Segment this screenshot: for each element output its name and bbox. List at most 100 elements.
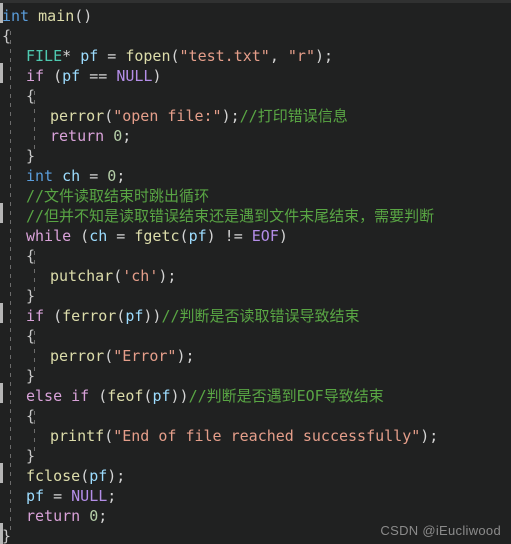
code-line[interactable]: fclose(pf); [0,466,511,486]
code-line[interactable]: else if (feof(pf))//判断是否遇到EOF导致结束 [0,386,511,406]
code-token-str: "open file:" [113,107,222,125]
code-token-punct: ( [44,67,63,85]
code-token-punct [29,7,38,25]
code-line[interactable]: //文件读取结束时跳出循环 [0,186,511,206]
code-token-brace: } [26,447,36,465]
code-line[interactable]: } [0,286,511,306]
code-token-str: "test.txt" [179,47,270,65]
code-line[interactable]: putchar('ch'); [0,266,511,286]
code-token-var: pf [188,227,207,245]
code-line[interactable]: int main() [0,6,511,26]
code-token-var: ch [89,227,108,245]
code-token-punct [80,507,89,525]
code-token-var: pf [26,487,45,505]
code-token-fn: perror [50,107,105,125]
code-token-type: int [2,7,30,25]
code-line[interactable]: FILE* pf = fopen("test.txt", "r"); [0,46,511,66]
code-token-punct: )) [170,387,189,405]
code-line[interactable]: if (pf == NULL) [0,66,511,86]
code-token-str: "r" [287,47,315,65]
code-token-str: "End of file reached successfully" [113,427,421,445]
code-line[interactable]: { [0,246,511,266]
code-line[interactable]: int ch = 0; [0,166,511,186]
code-token-punct: ); [221,107,240,125]
code-token-var: pf [89,467,108,485]
code-token-fn: fclose [26,467,81,485]
code-token-fn: perror [50,347,105,365]
code-line[interactable]: printf("End of file reached successfully… [0,426,511,446]
code-token-num: 0 [89,507,99,525]
code-token-typeid: FILE [26,47,63,65]
code-token-brace: { [26,407,36,425]
code-token-punct: () [74,7,93,25]
code-token-cmt: //判断是否读取错误导致结束 [161,307,360,325]
code-token-punct: == [80,67,117,85]
code-line[interactable]: while (ch = fgetc(pf) != EOF) [0,226,511,246]
code-token-punct: ( [80,467,90,485]
code-editor[interactable]: int main(){FILE* pf = fopen("test.txt", … [0,0,511,544]
code-token-kw: if [26,67,45,85]
code-line[interactable]: perror("open file:");//打印错误信息 [0,106,511,126]
code-line[interactable]: //但并不知是读取错误结束还是遇到文件末尾结束，需要判断 [0,206,511,226]
code-token-punct: = [98,47,126,65]
code-token-fn: putchar [50,267,114,285]
code-surface[interactable]: int main(){FILE* pf = fopen("test.txt", … [0,3,511,544]
code-token-brace: } [26,287,36,305]
code-line[interactable]: } [0,446,511,466]
code-token-brace: } [2,527,12,544]
code-token-var: pf [62,67,81,85]
code-token-var: pf [152,387,171,405]
code-token-var: pf [80,47,99,65]
code-token-punct [62,387,71,405]
code-token-punct: ( [104,347,114,365]
code-token-macro: NULL [71,487,108,505]
code-token-punct: ( [44,307,63,325]
code-token-punct: = [44,487,72,505]
code-token-punct: ; [98,507,108,525]
code-line[interactable]: { [0,26,511,46]
code-token-punct: ; [122,127,132,145]
code-token-brace: } [26,147,36,165]
code-token-num: 0 [107,167,117,185]
code-token-punct: )) [143,307,162,325]
code-line[interactable]: perror("Error"); [0,346,511,366]
code-token-brace: } [26,367,36,385]
code-token-kw: return [26,507,81,525]
code-token-brace: { [26,87,36,105]
code-line[interactable]: } [0,366,511,386]
code-token-var: pf [125,307,144,325]
code-token-str: "Error" [113,347,177,365]
code-line[interactable]: { [0,406,511,426]
code-token-var: ch [62,167,81,185]
code-token-punct: ); [315,47,334,65]
code-token-punct: ); [158,267,177,285]
code-token-punct: ); [420,427,439,445]
code-token-macro: EOF [251,227,279,245]
code-token-brace: { [26,247,36,265]
code-token-fn: ferror [62,307,117,325]
code-token-fn: fopen [125,47,171,65]
code-token-punct: ) [152,67,162,85]
code-line[interactable]: { [0,326,511,346]
code-token-punct: ) [278,227,288,245]
code-line[interactable]: } [0,146,511,166]
code-token-punct [104,127,113,145]
code-line[interactable]: if (ferror(pf))//判断是否读取错误导致结束 [0,306,511,326]
code-token-punct: ( [89,387,108,405]
code-token-punct: = [80,167,108,185]
code-token-cmt: //但并不知是读取错误结束还是遇到文件末尾结束，需要判断 [26,207,435,225]
code-token-punct: ; [116,167,126,185]
code-token-cmt: //打印错误信息 [239,107,348,125]
code-token-num: 0 [113,127,123,145]
code-token-brace: { [26,327,36,345]
code-line[interactable]: pf = NULL; [0,486,511,506]
code-token-kw: if [71,387,90,405]
code-token-type: int [26,167,54,185]
code-content[interactable]: int main(){FILE* pf = fopen("test.txt", … [0,3,511,544]
code-line[interactable]: return 0; [0,126,511,146]
code-token-punct: = [107,227,135,245]
csdn-watermark: CSDN @iEucliwood [380,523,501,538]
code-line[interactable]: { [0,86,511,106]
code-token-punct: ; [107,487,117,505]
code-token-kw: while [26,227,72,245]
